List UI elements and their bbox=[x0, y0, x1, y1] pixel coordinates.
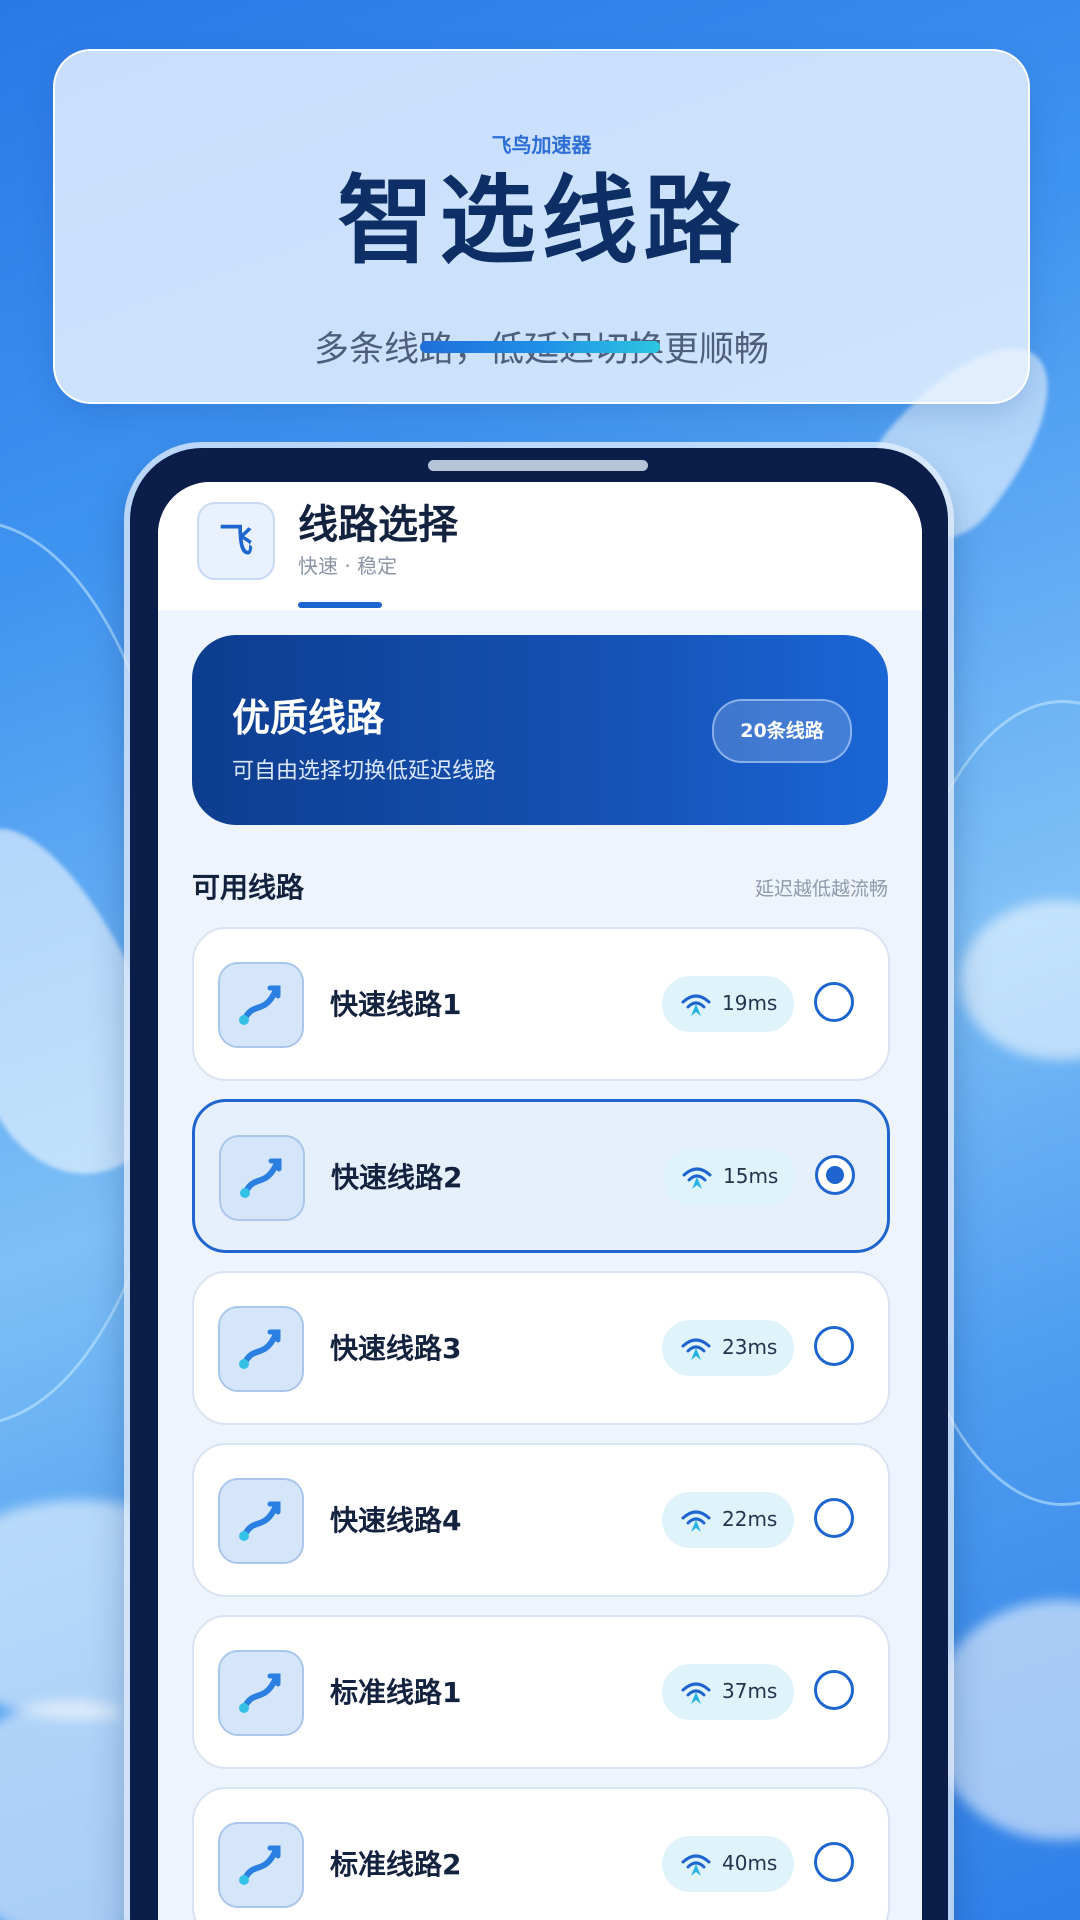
route-radio[interactable] bbox=[814, 1326, 854, 1366]
route-name: 标准线路2 bbox=[330, 1848, 462, 1881]
route-path-icon bbox=[218, 1306, 304, 1392]
route-path-icon bbox=[219, 1135, 305, 1221]
app-logo-icon: 飞 bbox=[197, 502, 275, 580]
app-screenshot: 飞鸟加速器 智选线路 多条线路，低延迟切换更顺畅 飞 线路选择 快速 · 稳定 … bbox=[0, 0, 1080, 1920]
route-name: 快速线路2 bbox=[331, 1161, 463, 1194]
section-title: 可用线路 bbox=[192, 871, 305, 904]
promo-title: 优质线路 bbox=[232, 696, 385, 740]
route-name: 快速线路4 bbox=[330, 1504, 462, 1537]
phone-screen: 飞 线路选择 快速 · 稳定 优质线路 可自由选择切换低延迟线路 20条线路 可… bbox=[158, 482, 922, 1920]
latency-value: 37ms bbox=[722, 1679, 778, 1703]
latency-badge: 40ms bbox=[662, 1836, 794, 1892]
latency-badge: 15ms bbox=[663, 1149, 795, 1205]
signal-wifi-icon bbox=[681, 1510, 711, 1532]
tab-indicator bbox=[298, 602, 382, 608]
promo-banner: 优质线路 可自由选择切换低延迟线路 20条线路 bbox=[192, 635, 888, 825]
route-option[interactable]: 快速线路1 19ms bbox=[192, 927, 890, 1081]
latency-badge: 37ms bbox=[662, 1664, 794, 1720]
route-path-icon bbox=[218, 1822, 304, 1908]
route-option[interactable]: 标准线路1 37ms bbox=[192, 1615, 890, 1769]
latency-badge: 22ms bbox=[662, 1492, 794, 1548]
route-radio[interactable] bbox=[814, 1498, 854, 1538]
signal-wifi-icon bbox=[682, 1167, 712, 1189]
route-path-icon bbox=[218, 962, 304, 1048]
route-radio[interactable] bbox=[814, 1670, 854, 1710]
section-hint: 延迟越低越流畅 bbox=[754, 878, 888, 900]
latency-value: 22ms bbox=[722, 1507, 778, 1531]
promo-subtitle: 可自由选择切换低延迟线路 bbox=[232, 759, 497, 784]
latency-value: 40ms bbox=[722, 1851, 778, 1875]
brand-name: 飞鸟加速器 bbox=[491, 133, 592, 157]
signal-wifi-icon bbox=[681, 1338, 711, 1360]
route-radio[interactable] bbox=[814, 982, 854, 1022]
route-radio[interactable] bbox=[814, 1842, 854, 1882]
page-subtitle: 快速 · 稳定 bbox=[298, 554, 398, 578]
latency-value: 15ms bbox=[723, 1164, 779, 1188]
latency-badge: 19ms bbox=[662, 976, 794, 1032]
route-option[interactable]: 标准线路2 40ms bbox=[192, 1787, 890, 1920]
signal-wifi-icon bbox=[681, 1682, 711, 1704]
route-option[interactable]: 快速线路3 23ms bbox=[192, 1271, 890, 1425]
route-radio[interactable] bbox=[815, 1155, 855, 1195]
latency-value: 19ms bbox=[722, 991, 778, 1015]
hero-accent-bar bbox=[420, 341, 660, 353]
latency-badge: 23ms bbox=[662, 1320, 794, 1376]
route-name: 快速线路3 bbox=[330, 1332, 462, 1365]
route-path-icon bbox=[218, 1478, 304, 1564]
hero-title: 智选线路 bbox=[337, 165, 746, 277]
app-header: 飞 线路选择 快速 · 稳定 bbox=[158, 482, 922, 610]
phone-speaker bbox=[428, 460, 648, 471]
route-name: 快速线路1 bbox=[330, 988, 462, 1021]
signal-wifi-icon bbox=[681, 1854, 711, 1876]
route-name: 标准线路1 bbox=[330, 1676, 462, 1709]
route-option[interactable]: 快速线路2 15ms bbox=[192, 1099, 890, 1253]
latency-value: 23ms bbox=[722, 1335, 778, 1359]
page-title: 线路选择 bbox=[298, 502, 458, 548]
signal-wifi-icon bbox=[681, 994, 711, 1016]
radio-selected-dot bbox=[826, 1166, 844, 1184]
background-cloud bbox=[930, 1600, 1080, 1840]
route-count-badge[interactable]: 20条线路 bbox=[712, 699, 852, 763]
route-path-icon bbox=[218, 1650, 304, 1736]
route-option[interactable]: 快速线路4 22ms bbox=[192, 1443, 890, 1597]
